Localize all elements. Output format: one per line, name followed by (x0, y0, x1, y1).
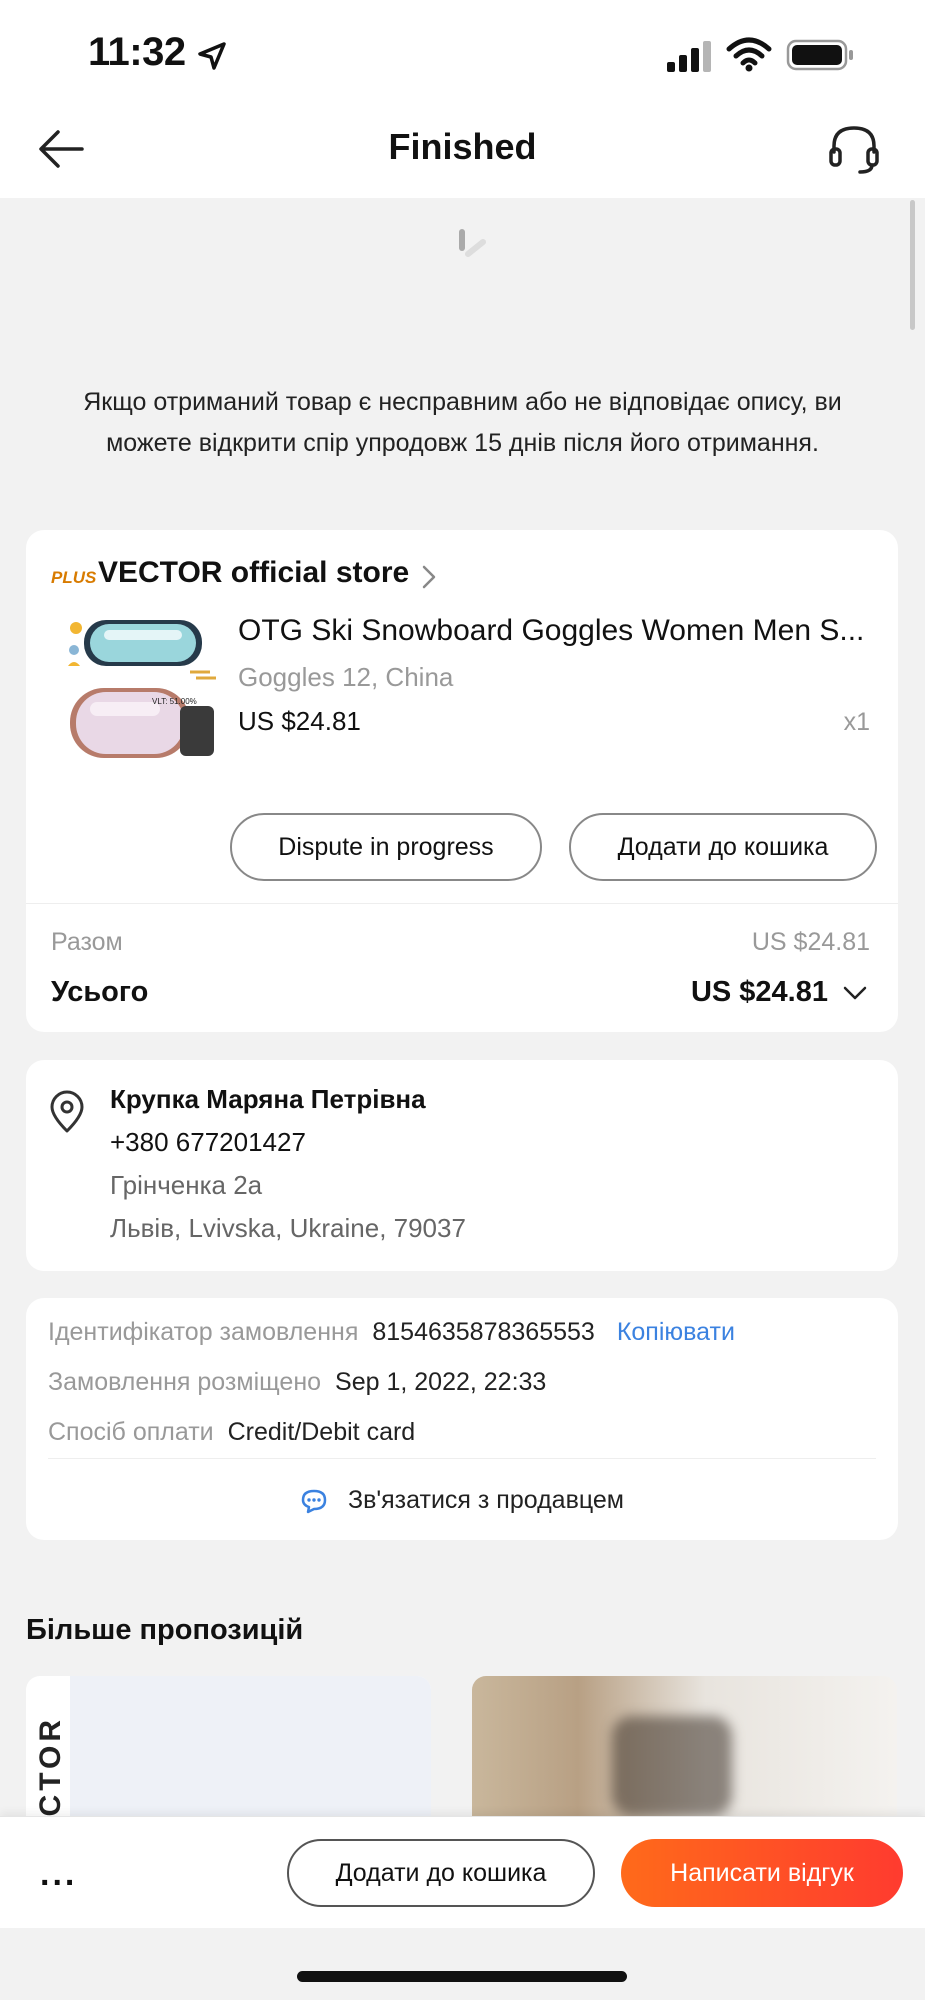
address-city: Львів, Lvivska, Ukraine, 79037 (110, 1213, 466, 1243)
product-quantity: x1 (843, 708, 870, 736)
order-placed-row: Замовлення розміщено Sep 1, 2022, 22:33 (48, 1368, 546, 1397)
recommendation-image (70, 1676, 431, 1816)
total-value[interactable]: US $24.81 (691, 976, 828, 1009)
order-id-row: Ідентифікатор замовлення 8154635878365553… (48, 1318, 735, 1347)
product-variant: Goggles 12, China (238, 662, 454, 692)
chevron-right-icon[interactable] (420, 564, 438, 590)
more-options-button[interactable]: ... (40, 1855, 77, 1894)
battery-icon (786, 39, 853, 71)
recommendation-card[interactable] (472, 1676, 897, 1816)
status-bar: 11:32 (0, 0, 925, 100)
chevron-down-icon[interactable] (842, 984, 868, 1002)
recommendation-image (612, 1716, 732, 1816)
status-time: 11:32 (88, 30, 186, 74)
order-id-value: 8154635878365553 (372, 1318, 595, 1346)
copy-button[interactable]: Копіювати (617, 1318, 735, 1346)
more-offers-title: Більше пропозицій (26, 1614, 304, 1646)
wifi-icon (726, 37, 772, 72)
home-indicator[interactable] (297, 1971, 627, 1982)
headset-icon[interactable] (826, 122, 882, 176)
store-name[interactable]: VECTOR official store (98, 556, 409, 590)
page-title: Finished (388, 126, 537, 167)
location-arrow-icon (198, 42, 226, 70)
recipient-name: Крупка Маряна Петрівна (110, 1084, 426, 1114)
total-label: Усього (51, 976, 149, 1008)
product-title[interactable]: OTG Ski Snowboard Goggles Women Men S... (238, 614, 878, 648)
dispute-button[interactable]: Dispute in progress (230, 813, 542, 881)
order-id-label: Ідентифікатор замовлення (48, 1318, 359, 1346)
product-price: US $24.81 (238, 706, 361, 736)
subtotal-value: US $24.81 (751, 928, 870, 956)
address-street: Грінченка 2а (110, 1170, 263, 1200)
recommendation-card[interactable]: ECTOR (26, 1676, 431, 1816)
order-info-card: Ідентифікатор замовлення 8154635878365553… (26, 1298, 898, 1540)
payment-method-label: Спосіб оплати (48, 1418, 214, 1446)
payment-method-row: Спосіб оплати Credit/Debit card (48, 1418, 415, 1447)
divider (26, 903, 898, 904)
subtotal-label: Разом (51, 928, 123, 956)
vlt-label: VLT: 51.00% (152, 697, 197, 706)
scrollbar[interactable] (910, 200, 915, 330)
chat-bubble-icon (301, 1489, 327, 1513)
loading-spinner-icon (459, 229, 486, 257)
add-to-cart-button[interactable]: Додати до кошика (287, 1839, 595, 1907)
order-placed-label: Замовлення розміщено (48, 1368, 322, 1396)
payment-method-value: Credit/Debit card (227, 1418, 416, 1446)
address-card[interactable]: Крупка Маряна Петрівна +380 677201427 Гр… (26, 1060, 898, 1271)
header: Finished (0, 100, 925, 198)
order-placed-value: Sep 1, 2022, 22:33 (335, 1368, 547, 1396)
write-review-button[interactable]: Написати відгук (621, 1839, 903, 1907)
recommendation-brand-text: ECTOR (34, 1716, 67, 1816)
dispute-notice: Якщо отриманий товар є несправним або не… (83, 388, 842, 457)
divider (48, 1458, 876, 1459)
contact-seller-button[interactable]: Зв'язатися з продавцем (26, 1486, 898, 1515)
home-area (0, 1928, 925, 2000)
signal-icon (667, 41, 711, 72)
location-pin-icon (50, 1090, 84, 1133)
contact-seller-label: Зв'язатися з продавцем (347, 1486, 624, 1514)
plus-badge: PLUS (51, 568, 97, 587)
bottom-action-bar: ... Додати до кошика Написати відгук (0, 1816, 925, 1928)
add-to-cart-button[interactable]: Додати до кошика (569, 813, 877, 881)
order-card: PLUS VECTOR official store VLT: 51.00% O… (26, 530, 898, 1032)
recipient-phone: +380 677201427 (110, 1127, 306, 1157)
product-image[interactable]: VLT: 51.00% (60, 612, 222, 774)
